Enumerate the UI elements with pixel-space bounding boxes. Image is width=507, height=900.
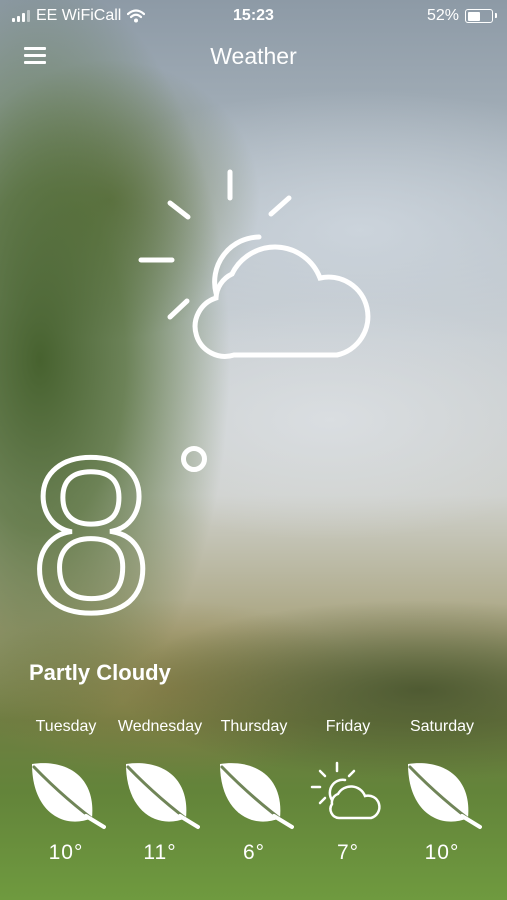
forecast-day-name: Saturday xyxy=(409,718,475,735)
status-bar: EE WiFiCall 15:23 52% xyxy=(0,0,507,32)
battery-icon xyxy=(465,9,497,23)
degree-symbol-icon xyxy=(181,446,207,472)
forecast-day[interactable]: Saturday 10° xyxy=(395,715,489,865)
leaf-icon xyxy=(26,759,106,833)
forecast-temp: 10° xyxy=(48,841,84,864)
leaf-icon xyxy=(214,759,294,833)
battery-tip xyxy=(495,13,497,18)
forecast-day-name: Thursday xyxy=(220,718,288,735)
forecast-day[interactable]: Thursday 6° xyxy=(207,715,301,865)
battery-percent: 52% xyxy=(426,7,459,24)
weather-screen: EE WiFiCall 15:23 52% Weather 8 Partly C… xyxy=(0,0,507,900)
forecast-temp: 7° xyxy=(336,841,360,864)
forecast-day-name: Wednesday xyxy=(117,718,203,735)
leaf-icon xyxy=(120,759,200,833)
current-condition: Partly Cloudy xyxy=(29,660,171,685)
forecast-day[interactable]: Wednesday 11° xyxy=(113,715,207,865)
current-temperature: 8 xyxy=(27,412,154,658)
forecast-temp: 10° xyxy=(424,841,460,864)
battery-fill xyxy=(467,11,480,21)
leaf-icon xyxy=(402,759,482,833)
forecast-day[interactable]: Friday 7° xyxy=(301,715,395,865)
forecast-day[interactable]: Tuesday 10° xyxy=(19,715,113,865)
forecast-row: Tuesday 10° Wednesday 11° Thursday 6° Fr… xyxy=(19,715,489,865)
forecast-day-name: Tuesday xyxy=(35,718,97,735)
forecast-temp: 6° xyxy=(242,841,266,864)
partly-cloudy-icon xyxy=(138,169,371,359)
partly-cloudy-icon xyxy=(308,759,388,833)
page-title: Weather xyxy=(210,43,297,69)
forecast-temp: 11° xyxy=(143,841,177,864)
forecast-day-name: Friday xyxy=(325,718,371,735)
status-right: 52% xyxy=(426,7,497,25)
